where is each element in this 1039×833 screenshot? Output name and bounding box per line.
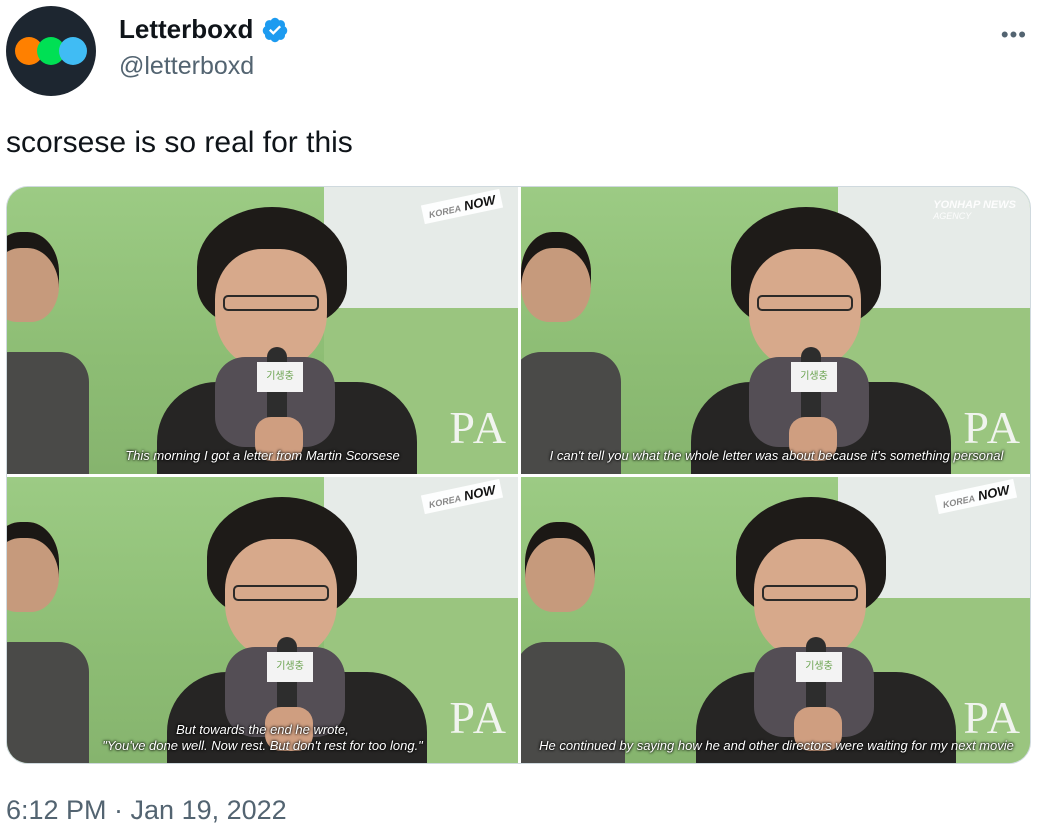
media-frame-3[interactable]: PA 기생충 KOREA NOW But towards the end he … (7, 477, 518, 763)
video-caption: I can't tell you what the whole letter w… (521, 448, 1030, 464)
speaker-figure: 기생충 (157, 207, 427, 474)
video-caption: He continued by saying how he and other … (521, 738, 1030, 754)
watermark-logo: YONHAP NEWS AGENCY (933, 199, 1016, 221)
video-caption: But towards the end he wrote, "You've do… (7, 722, 518, 754)
media-frame-1[interactable]: PA 기생충 KOREA NOW This morning I got a le… (7, 187, 518, 474)
side-person (7, 232, 89, 474)
speaker-figure: 기생충 (696, 497, 966, 763)
mic-card: 기생충 (267, 652, 313, 682)
caption-line: I can't tell you what the whole letter w… (549, 448, 1004, 463)
backdrop-lettering: PA (963, 692, 1022, 743)
author-avatar[interactable] (6, 6, 96, 96)
tweet-text: scorsese is so real for this (6, 126, 353, 159)
backdrop-lettering: PA (963, 402, 1022, 453)
avatar-blue-dot (59, 37, 87, 65)
backdrop-lettering: PA (449, 402, 508, 453)
caption-line: This morning I got a letter from Martin … (125, 448, 400, 463)
side-person (521, 232, 621, 474)
mic-card: 기생충 (257, 362, 303, 392)
tweet-timestamp[interactable]: 6:12 PM · Jan 19, 2022 (6, 795, 287, 826)
author-display-name[interactable]: Letterboxd (119, 14, 253, 45)
author-handle[interactable]: @letterboxd (119, 52, 254, 81)
caption-line: "You've done well. Now rest. But don't r… (102, 738, 423, 753)
verified-badge-icon (261, 16, 289, 44)
media-grid[interactable]: PA 기생충 KOREA NOW This morning I got a le… (6, 186, 1031, 764)
mic-card: 기생충 (791, 362, 837, 392)
video-caption: This morning I got a letter from Martin … (7, 448, 518, 464)
media-frame-2[interactable]: PA 기생충 YONHAP NEWS AGENCY I can't tell y… (521, 187, 1030, 474)
caption-line: But towards the end he wrote, (176, 722, 349, 737)
caption-line: He continued by saying how he and other … (539, 738, 1014, 753)
media-frame-4[interactable]: PA 기생충 KOREA NOW He continued by saying … (521, 477, 1030, 763)
speaker-figure: 기생충 (691, 207, 961, 474)
side-person (521, 522, 625, 763)
mic-card: 기생충 (796, 652, 842, 682)
more-options-icon[interactable]: ••• (1001, 22, 1027, 48)
author-name-row: Letterboxd (119, 14, 289, 45)
